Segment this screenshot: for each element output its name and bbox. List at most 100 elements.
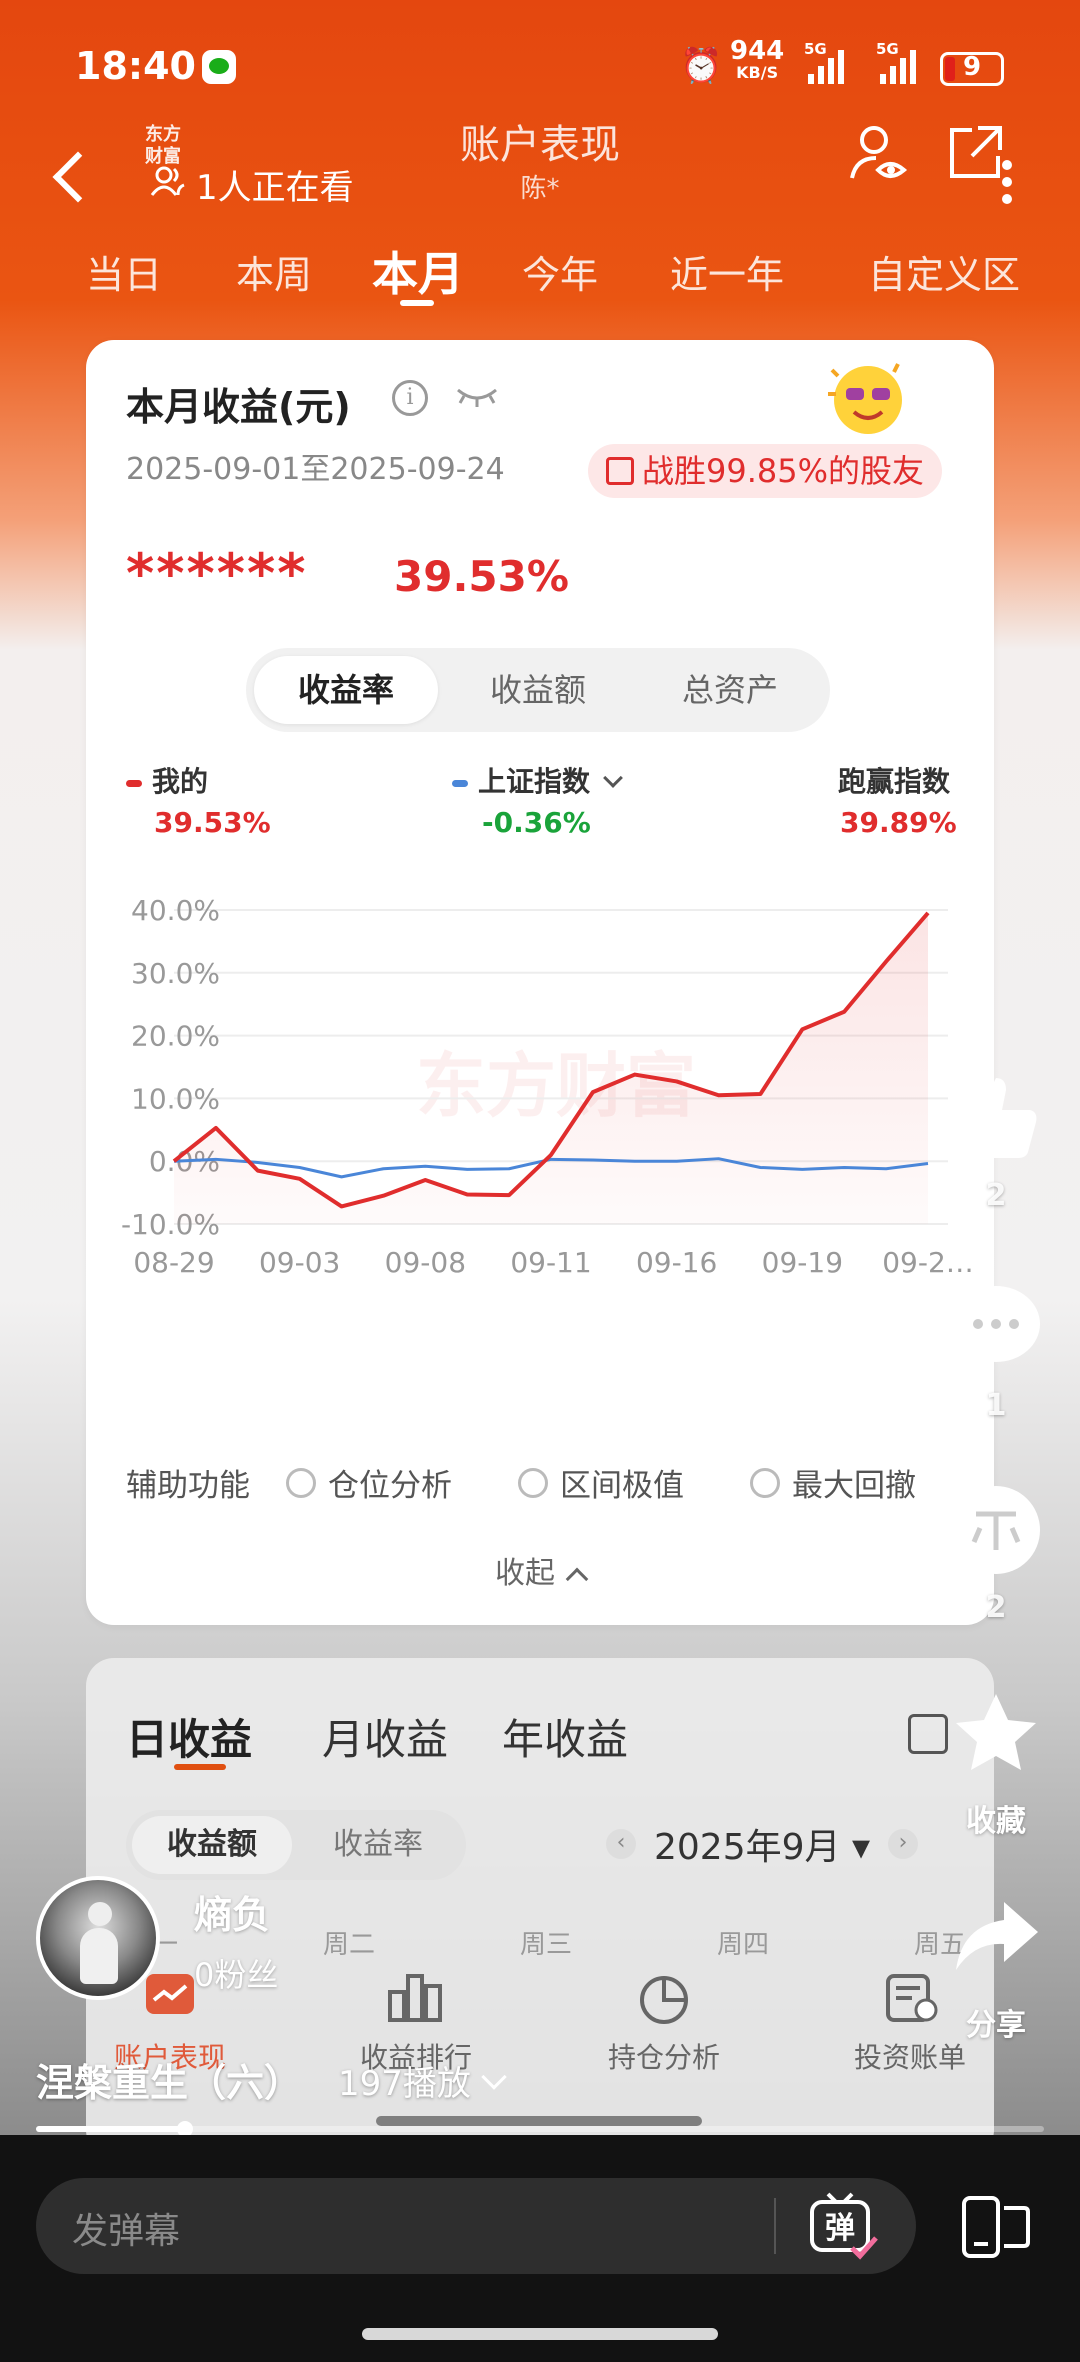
x-tick-label: 09-19: [762, 1246, 843, 1279]
monthly-return-card: 本月收益(元) i 2025-09-01至2025-09-24 战胜99.85%…: [86, 340, 994, 1625]
video-frame[interactable]: 18:40 ⏰ 944 KB/S 5G 5G 9 东方 财富 1人正在看 账户表现 …: [0, 0, 1080, 2135]
prev-month-icon[interactable]: ‹: [606, 1829, 636, 1859]
trend-icon: [140, 1970, 200, 2026]
card-title: 本月收益(元): [126, 385, 351, 429]
y-tick-label: 30.0%: [131, 957, 220, 990]
tab-month[interactable]: 本月: [372, 238, 464, 304]
comment-action[interactable]: 1: [950, 1282, 1042, 1423]
legend-mine: 我的: [126, 760, 208, 800]
alarm-icon: ⏰: [680, 46, 723, 86]
beat-peers-badge[interactable]: 战胜99.85%的股友: [588, 444, 943, 498]
progress-knob[interactable]: [177, 2121, 194, 2135]
signal-icon-2: 5G: [876, 40, 916, 84]
avatar[interactable]: [36, 1876, 160, 2000]
date-range: 2025-09-01至2025-09-24: [126, 452, 505, 487]
toggle-amount[interactable]: 收益额: [132, 1816, 292, 1874]
bill-icon: [880, 1970, 940, 2026]
legend-outperform-value: 39.89%: [840, 806, 957, 839]
share-action[interactable]: 分享: [950, 1894, 1042, 2044]
page-title: 账户表现: [460, 122, 620, 168]
net-speed: 944 KB/S: [730, 36, 785, 82]
metric-total-assets[interactable]: 总资产: [638, 656, 822, 724]
coin-action[interactable]: 2: [950, 1484, 1042, 1625]
radio-icon: [750, 1467, 780, 1498]
video-title: 涅槃重生（六）: [36, 2061, 303, 2105]
chevron-down-icon: [481, 2063, 507, 2090]
coin-icon: [950, 1484, 1042, 1576]
tab-monthly-earnings[interactable]: 月收益: [322, 1706, 448, 1767]
legend-index-value: -0.36%: [482, 806, 591, 839]
tab-last-year[interactable]: 近一年: [670, 244, 784, 299]
metric-return-amount[interactable]: 收益额: [446, 656, 630, 724]
battery-icon: 9: [940, 52, 1004, 86]
collapse-button[interactable]: 收起: [86, 1548, 994, 1592]
danmaku-input[interactable]: 发弹幕 弹: [36, 2178, 916, 2274]
chevron-up-icon: [565, 1567, 589, 1591]
legend-index[interactable]: 上证指数: [452, 760, 623, 800]
sheet-handle: [376, 2116, 702, 2126]
return-percent: 39.53%: [394, 552, 569, 601]
share-icon: [606, 457, 634, 485]
svg-text:弹: 弹: [825, 2211, 855, 2246]
aux-max-drawdown[interactable]: 最大回撤: [750, 1460, 916, 1505]
follower-count: 0粉丝: [194, 1956, 279, 1994]
hidden-amount: ******: [126, 542, 308, 605]
home-indicator: [362, 2328, 718, 2340]
radio-icon: [518, 1467, 548, 1498]
metric-return-rate[interactable]: 收益率: [254, 656, 438, 724]
legend-outperform: 跑赢指数: [838, 765, 951, 798]
favorite-action[interactable]: 收藏: [950, 1690, 1042, 1840]
privacy-eye-icon[interactable]: [848, 122, 910, 184]
earnings-toggle: 收益额 收益率: [126, 1810, 466, 1880]
month-navigator: ‹ 2025年9月 ▾ ›: [606, 1818, 919, 1870]
signal-icon: 5G: [804, 40, 844, 84]
wechat-icon: [202, 50, 236, 84]
play-count[interactable]: 197播放: [338, 2056, 507, 2105]
tab-yearly-earnings[interactable]: 年收益: [502, 1706, 628, 1767]
next-month-icon[interactable]: ›: [888, 1829, 919, 1859]
radio-icon: [286, 1467, 316, 1498]
x-tick-label: 09-16: [636, 1246, 717, 1279]
aux-label: 辅助功能: [126, 1468, 250, 1504]
y-tick-label: 20.0%: [131, 1020, 220, 1053]
comment-icon: [950, 1282, 1042, 1374]
pie-chart-icon: [634, 1970, 694, 2026]
like-action[interactable]: 2: [950, 1072, 1042, 1213]
share-arrow-icon: [950, 1894, 1042, 1986]
video-progress-bar[interactable]: [36, 2121, 1044, 2135]
aux-position-analysis[interactable]: 仓位分析: [286, 1460, 452, 1505]
y-tick-label: 10.0%: [131, 1082, 220, 1115]
tab-year[interactable]: 今年: [522, 244, 598, 299]
tab-indicator: [400, 300, 434, 306]
celebration-emoji-icon: [818, 354, 914, 438]
toggle-rate[interactable]: 收益率: [298, 1816, 458, 1874]
month-label[interactable]: 2025年9月 ▾: [654, 1818, 870, 1870]
info-icon[interactable]: i: [392, 380, 428, 416]
chevron-down-icon: [602, 768, 623, 788]
status-bar: 18:40 ⏰ 944 KB/S 5G 5G 9: [0, 38, 1080, 98]
tab-today[interactable]: 当日: [86, 244, 162, 299]
x-tick-label: 08-29: [133, 1246, 214, 1279]
earnings-tab-indicator: [174, 1764, 226, 1770]
eye-closed-icon[interactable]: [454, 384, 500, 408]
x-tick-label: 09-2…: [882, 1246, 974, 1279]
danmaku-toggle-icon[interactable]: 弹: [808, 2190, 880, 2262]
metric-segmented-control: 收益率 收益额 总资产: [246, 648, 830, 732]
divider: [774, 2198, 776, 2254]
export-icon[interactable]: [908, 1714, 948, 1754]
author-name[interactable]: 熵负: [194, 1884, 270, 1939]
more-menu-icon[interactable]: [1002, 160, 1014, 210]
tab-week[interactable]: 本周: [236, 244, 312, 299]
x-tick-label: 09-03: [259, 1246, 340, 1279]
status-time: 18:40: [75, 44, 196, 88]
x-tick-label: 09-08: [385, 1246, 466, 1279]
aux-range-extremes[interactable]: 区间极值: [518, 1460, 684, 1505]
landscape-mode-icon[interactable]: [960, 2196, 1032, 2258]
tab-daily-earnings[interactable]: 日收益: [126, 1706, 252, 1767]
tab-custom[interactable]: 自定义区: [868, 244, 1020, 299]
nav-holding-analysis[interactable]: 持仓分析: [584, 1970, 744, 2076]
account-name: 陈*: [520, 174, 560, 204]
progress-fill: [36, 2126, 186, 2132]
share-out-icon[interactable]: [944, 122, 1006, 184]
x-tick-label: 09-11: [510, 1246, 591, 1279]
